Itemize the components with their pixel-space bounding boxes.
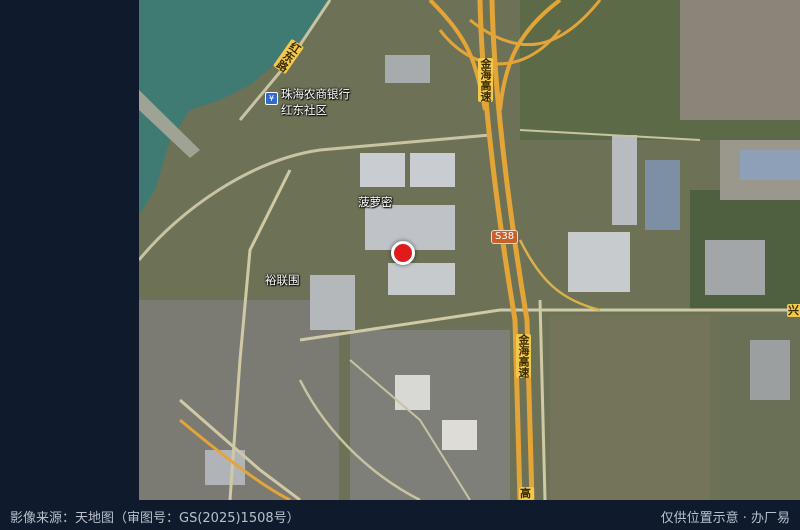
road-label-jinhai-upper: 金海高速	[478, 58, 493, 102]
imagery-canvas	[139, 0, 800, 500]
road-label-jinhai-lower: 金海高速	[516, 334, 531, 378]
road-label-right-edge: 兴	[787, 304, 800, 317]
warehouse	[410, 153, 455, 187]
building	[612, 135, 637, 225]
route-shield-s38: S38	[491, 230, 519, 244]
disclaimer-text: 仅供位置示意 · 办厂易	[660, 511, 790, 526]
building	[442, 420, 477, 450]
building	[395, 375, 430, 410]
field-patch	[550, 315, 710, 500]
warehouse	[568, 232, 630, 292]
imagery-source-text: 影像来源：天地图（审图号：GS(2025)1508号）	[10, 511, 300, 526]
place-label-boluomi: 菠萝密	[358, 195, 393, 209]
bank-icon: ¥	[265, 92, 278, 105]
urban-patch	[350, 330, 510, 500]
attribution-bar: 影像来源：天地图（审图号：GS(2025)1508号） 仅供位置示意 · 办厂易	[0, 500, 800, 530]
warehouse	[388, 263, 455, 295]
solar-roof	[645, 160, 680, 230]
building	[310, 275, 355, 330]
place-label-yulianwei: 裕联围	[265, 273, 300, 287]
place-label-hongdong: 红东社区	[281, 103, 327, 117]
place-label-zhuhai-bank: 珠海农商银行	[281, 87, 350, 101]
building	[740, 150, 800, 180]
building	[705, 240, 765, 295]
map-view: 金海高速 金海高速 红东路 高 兴 S38 ¥ 珠海农商银行 红东社区 菠萝密 …	[0, 0, 800, 530]
left-panel	[0, 0, 139, 500]
road-label-bottom-partial: 高	[519, 487, 534, 500]
satellite-imagery[interactable]	[139, 0, 800, 500]
building	[750, 340, 790, 400]
building	[385, 55, 430, 83]
warehouse	[360, 153, 405, 187]
bare-ground	[680, 0, 800, 120]
location-marker-icon[interactable]	[391, 241, 415, 265]
